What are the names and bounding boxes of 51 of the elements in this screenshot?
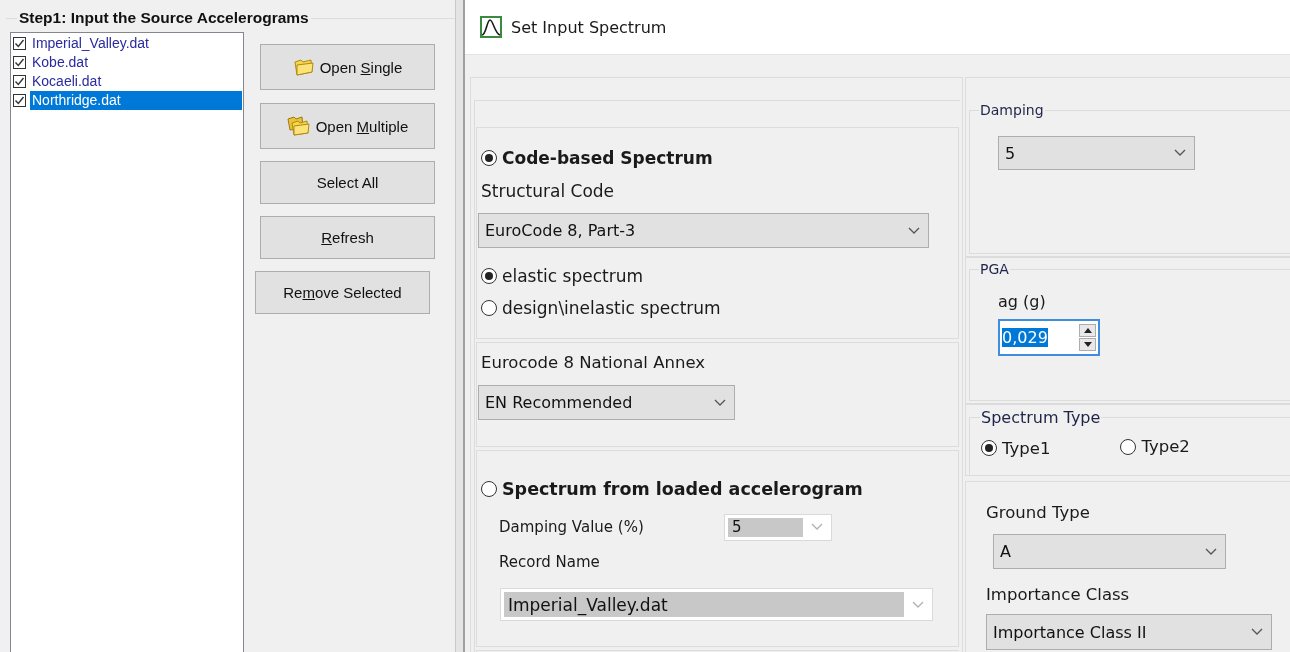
number-field[interactable]: 0,029: [998, 319, 1100, 356]
window-title: Set Input Spectrum: [511, 17, 667, 37]
chevron-icon: [811, 523, 823, 531]
chevron-icon: [912, 600, 924, 609]
chevron-icon: [908, 226, 920, 235]
chevron-icon: [1205, 547, 1217, 556]
dropdown[interactable]: Importance Class II: [986, 614, 1272, 650]
checkbox[interactable]: [13, 94, 26, 107]
field-label: ag (g): [998, 291, 1047, 313]
radio-button[interactable]: Code-based Spectrum: [481, 148, 713, 168]
refresh-button[interactable]: Refresh: [260, 216, 435, 259]
spin-up-button[interactable]: [1079, 324, 1096, 337]
field-label: Structural Code: [481, 180, 616, 202]
list-item[interactable]: Northridge.dat: [30, 91, 242, 110]
dropdown[interactable]: 5: [998, 136, 1195, 170]
radio-button[interactable]: Type2: [1120, 437, 1190, 456]
spin-down-button[interactable]: [1079, 338, 1096, 351]
chevron-icon: [1251, 628, 1263, 636]
field-label: Record Name: [499, 552, 601, 573]
field-label: Damping Value (%): [499, 517, 645, 538]
chevron-icon: [1174, 149, 1186, 157]
folder-icon: [292, 57, 315, 77]
group-title: PGA: [979, 261, 1010, 277]
radio-button[interactable]: design\inelastic spectrum: [481, 298, 721, 318]
group-title: Step1: Input the Source Accelerograms: [17, 9, 311, 27]
open-single-button[interactable]: Open Single: [260, 44, 435, 90]
file-list[interactable]: Imperial_Valley.dat Kobe.dat Kocaeli.dat Northridge.dat: [10, 32, 244, 652]
list-item[interactable]: Kocaeli.dat: [30, 72, 242, 91]
select-all-button[interactable]: Select All: [260, 161, 435, 204]
folder-icon: [286, 115, 311, 137]
up-arrow-icon: [1083, 328, 1092, 333]
open-multiple-button[interactable]: Open Multiple: [260, 103, 435, 149]
list-item[interactable]: Kobe.dat: [30, 53, 242, 72]
down-arrow-icon: [1083, 342, 1092, 347]
field-label: Importance Class: [986, 584, 1131, 606]
dropdown[interactable]: A: [993, 534, 1226, 569]
group-title: Spectrum Type: [980, 408, 1102, 427]
field-label: Eurocode 8 National Annex: [481, 352, 706, 374]
remove-selected-button[interactable]: Remove Selected: [255, 271, 430, 314]
checkbox[interactable]: [13, 75, 26, 88]
checkbox[interactable]: [13, 37, 26, 50]
spectrum-icon: [480, 16, 502, 38]
dropdown[interactable]: EN Recommended: [478, 385, 735, 420]
radio-button[interactable]: elastic spectrum: [481, 266, 644, 286]
dropdown[interactable]: EuroCode 8, Part-3: [478, 213, 929, 248]
radio-button[interactable]: Type1: [981, 438, 1051, 458]
chevron-icon: [714, 398, 726, 407]
field-label: Ground Type: [986, 502, 1091, 524]
group-title: Damping: [979, 102, 1045, 118]
list-item[interactable]: Imperial_Valley.dat: [30, 34, 242, 53]
checkbox[interactable]: [13, 56, 26, 69]
